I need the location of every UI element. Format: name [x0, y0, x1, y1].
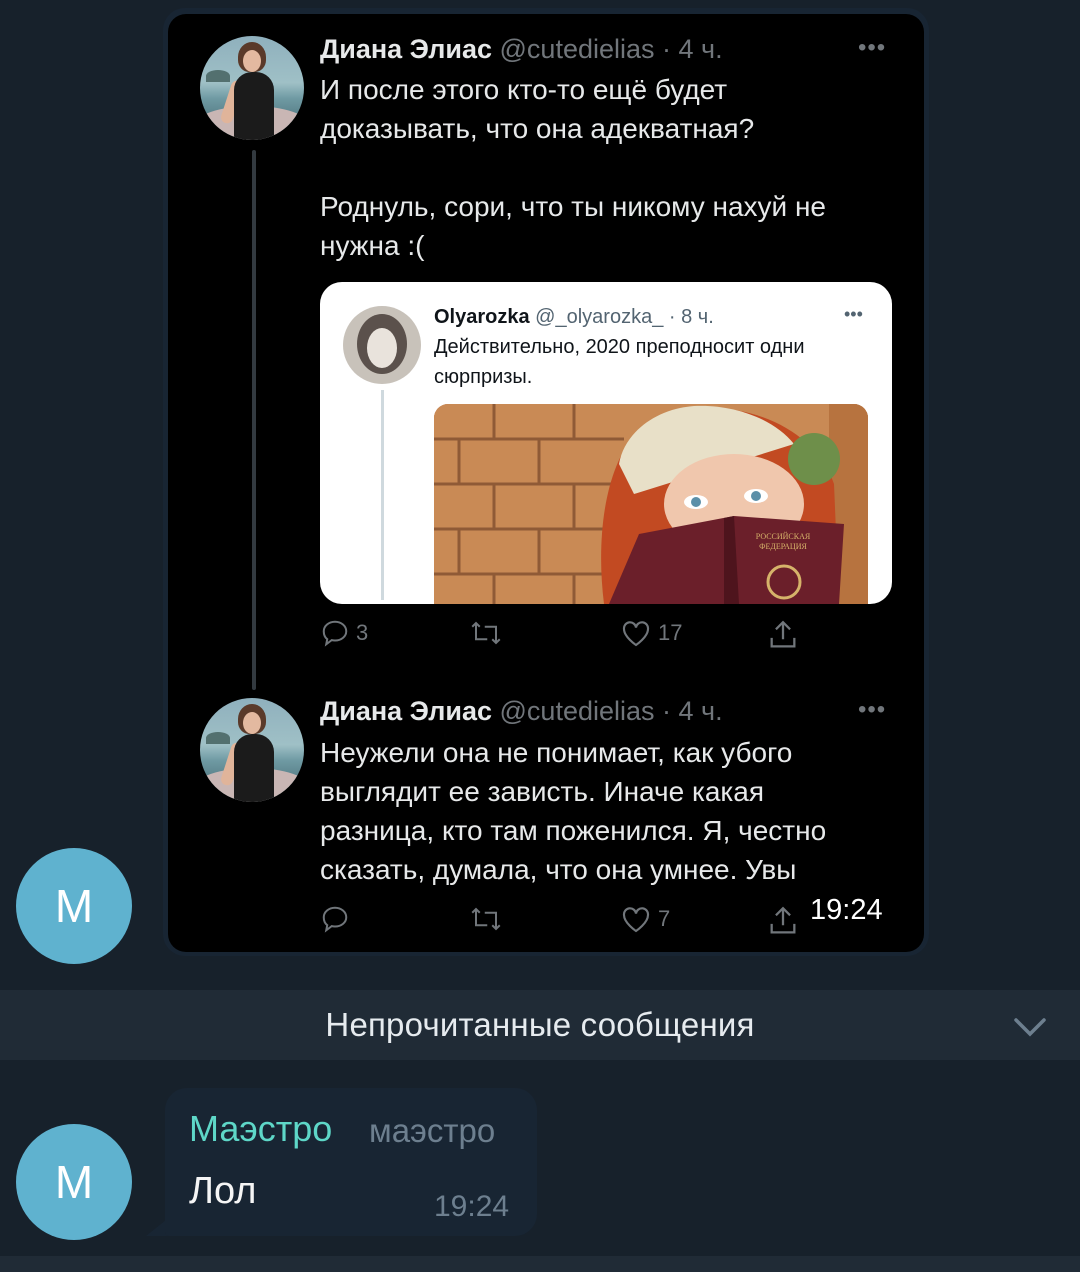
message-text: Лол — [189, 1170, 257, 1212]
retweet-button[interactable] — [468, 904, 504, 934]
author-name: Диана Элиас — [320, 34, 492, 64]
message-time: 19:24 — [434, 1190, 510, 1223]
quoted-text: Действительно, 2020 преподносит одни сюр… — [434, 336, 805, 388]
message-author[interactable]: Маэстро — [189, 1108, 332, 1150]
tweet-screenshot[interactable]: Диана Элиас @cutedielias · 4 ч. ••• И по… — [168, 14, 924, 952]
chevron-down-icon[interactable] — [1012, 1012, 1048, 1042]
more-dots-icon: ••• — [844, 304, 863, 324]
like-button[interactable]: 7 — [620, 904, 670, 934]
share-button[interactable] — [766, 904, 800, 938]
input-area-edge — [0, 1256, 1080, 1272]
quoted-author-name: Olyarozka — [434, 306, 530, 328]
share-button[interactable] — [766, 618, 800, 652]
share-icon — [770, 620, 796, 648]
reply-icon — [322, 620, 348, 647]
unread-messages-divider: Непрочитанные сообщения — [0, 990, 1080, 1060]
passport-label: РОССИЙСКАЯ ФЕДЕРАЦИЯ — [755, 532, 811, 551]
tweet-author-name: Диана Элиас @cutedielias · 4 ч. — [320, 34, 723, 65]
tweet-author-avatar — [200, 698, 304, 802]
unread-label: Непрочитанные сообщения — [325, 1006, 755, 1043]
quoted-author-avatar — [343, 306, 421, 384]
like-icon — [622, 907, 650, 933]
like-button[interactable]: 17 — [620, 618, 682, 648]
reply-button[interactable] — [320, 904, 350, 934]
sender-avatar[interactable]: M — [16, 848, 132, 964]
sender-avatar[interactable]: M — [16, 1124, 132, 1240]
author-handle: @cutedielias · 4 ч. — [499, 34, 723, 64]
like-count: 7 — [658, 906, 671, 931]
quoted-author: Olyarozka @_olyarozka_ · 8 ч. — [434, 306, 714, 329]
author-handle: @cutedielias · 4 ч. — [499, 696, 723, 726]
like-count: 17 — [658, 620, 683, 645]
author-title: маэстро — [369, 1112, 496, 1149]
tweet-text: И после этого кто-то ещё будет доказыват… — [320, 74, 826, 261]
retweet-icon — [471, 621, 501, 645]
quoted-tweet: Olyarozka @_olyarozka_ · 8 ч. ••• Действ… — [320, 282, 892, 604]
tweet-author-name: Диана Элиас @cutedielias · 4 ч. — [320, 696, 723, 727]
avatar-letter: M — [54, 880, 94, 932]
tweet-text: Неужели она не понимает, как убого выгля… — [320, 737, 827, 885]
quoted-photo: РОССИЙСКАЯ ФЕДЕРАЦИЯ — [434, 404, 868, 604]
share-icon — [770, 906, 796, 934]
retweet-button[interactable] — [468, 618, 504, 648]
reply-count: 3 — [356, 620, 369, 645]
like-icon — [622, 621, 650, 647]
author-name: Диана Элиас — [320, 696, 492, 726]
more-dots-icon: ••• — [858, 696, 887, 723]
quoted-author-handle: @_olyarozka_ · 8 ч. — [535, 306, 714, 328]
avatar-letter: M — [54, 1156, 94, 1208]
thread-line — [252, 150, 256, 690]
tweet-author-avatar — [200, 36, 304, 140]
retweet-icon — [471, 907, 501, 931]
reply-button[interactable]: 3 — [320, 618, 368, 648]
reply-icon — [322, 906, 348, 933]
screenshot-time: 19:24 — [810, 894, 883, 926]
more-dots-icon: ••• — [858, 34, 887, 61]
